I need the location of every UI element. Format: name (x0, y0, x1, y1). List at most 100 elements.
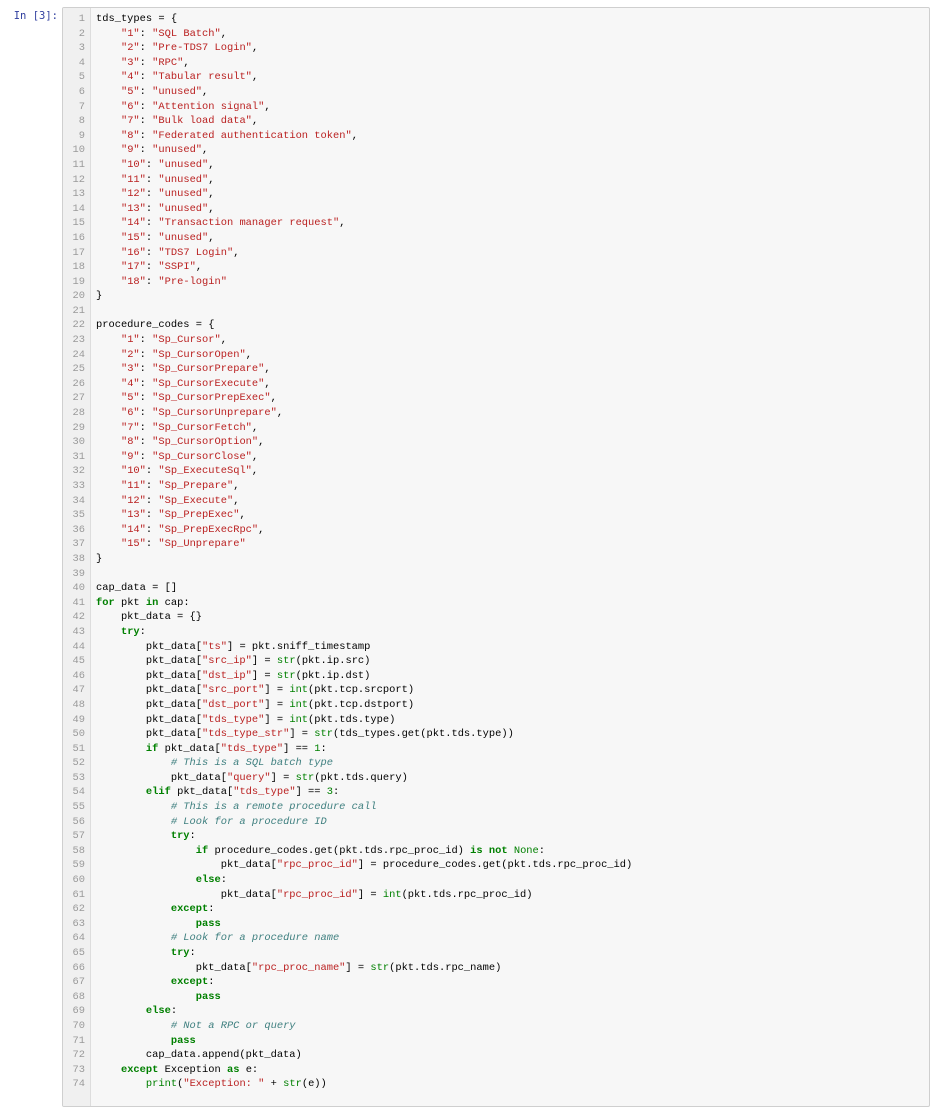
code-line: 37 "15": "Sp_Unprepare" (63, 537, 929, 552)
code-token: : (139, 421, 153, 434)
code-token: cap_data = [] (96, 582, 178, 595)
code-token: pass (170, 1034, 196, 1047)
code-line: 52 # This is a SQL batch type (63, 756, 929, 771)
code-line: 62 except: (63, 902, 929, 917)
code-line: 51 if pkt_data["tds_type"] == 1: (63, 742, 929, 757)
line-number: 21 (72, 304, 85, 317)
code-token: : (145, 158, 159, 171)
line-number: 8 (78, 115, 85, 128)
code-token: : (139, 392, 153, 405)
code-token: str (276, 669, 296, 682)
code-token: , (270, 392, 277, 405)
code-line: 13 "12": "unused", (63, 187, 929, 202)
code-token: : (139, 334, 153, 347)
code-token: : (139, 348, 153, 361)
line-number: 54 (72, 786, 85, 799)
code-token: else (195, 874, 221, 887)
code-token: "Pre-TDS7 Login" (152, 42, 252, 55)
code-token: , (351, 129, 358, 142)
code-token: ] = (264, 698, 290, 711)
line-number: 4 (78, 56, 85, 69)
code-token: try (170, 947, 190, 959)
code-cell-editor[interactable]: 1 tds_types = {2 "1": "SQL Batch", 3 "2": … (62, 7, 930, 1107)
code-token: "unused" (158, 231, 209, 244)
code-line: 20} (63, 289, 929, 304)
code-token: , (220, 27, 227, 40)
code-token: : (145, 494, 159, 507)
code-line: 72 cap_data.append(pkt_data) (63, 1048, 929, 1063)
code-token: , (220, 334, 227, 347)
code-token: : (145, 173, 159, 186)
code-token: , (251, 42, 259, 55)
code-token: except (120, 1063, 159, 1076)
code-line: 2 "1": "SQL Batch", (63, 27, 929, 42)
code-line: 67 except: (63, 975, 929, 990)
code-token: pkt_data[ (96, 684, 203, 697)
code-line: 64 # Look for a procedure name (63, 931, 929, 946)
code-token: "RPC" (152, 56, 184, 69)
code-token: pass (195, 990, 221, 1003)
code-token: cap: (158, 596, 190, 609)
code-line: 70 # Not a RPC or query (63, 1019, 929, 1034)
line-number: 29 (72, 421, 85, 434)
code-line: 17 "16": "TDS7 Login", (63, 246, 929, 261)
code-token: : (139, 85, 153, 98)
line-number: 35 (72, 509, 85, 522)
code-token: procedure_codes = { (96, 319, 215, 332)
code-line: 6 "5": "unused", (63, 85, 929, 100)
code-line: 7 "6": "Attention signal", (63, 100, 929, 115)
code-token: "Sp_ExecuteSql" (158, 465, 252, 478)
line-number: 1 (78, 13, 85, 25)
code-token: pkt_data[ (96, 859, 277, 872)
line-number: 3 (78, 42, 85, 55)
code-token: "8" (120, 129, 140, 142)
code-token: , (208, 188, 215, 201)
code-token: : (139, 363, 153, 376)
code-token: "Sp_CursorClose" (152, 450, 252, 463)
code-token: "15" (120, 538, 146, 551)
line-number: 50 (72, 728, 85, 741)
code-token: str (276, 655, 296, 668)
code-token: "4" (120, 71, 140, 84)
code-line: 49 pkt_data["tds_type"] = int(pkt.tds.ty… (63, 713, 929, 728)
code-token: "Pre-login" (158, 275, 227, 288)
line-number: 55 (72, 801, 85, 814)
code-token: "dst_port" (202, 698, 265, 711)
line-number: 53 (72, 771, 85, 784)
code-token: "8" (120, 436, 140, 449)
line-number: 10 (72, 144, 85, 157)
line-number: 16 (72, 231, 85, 244)
code-token: "14" (120, 523, 146, 536)
line-number: 44 (72, 640, 85, 653)
code-line: 30 "8": "Sp_CursorOption", (63, 435, 929, 450)
code-token: "13" (120, 202, 146, 215)
code-line: 21 (63, 304, 929, 319)
code-token: "17" (120, 261, 146, 274)
line-number: 27 (72, 392, 85, 405)
code-token: "Sp_Prepare" (158, 480, 234, 492)
code-token: : (139, 436, 153, 449)
code-token: "11" (120, 480, 146, 492)
code-line: 27 "5": "Sp_CursorPrepExec", (63, 391, 929, 406)
line-number: 13 (72, 188, 85, 201)
line-number: 43 (72, 625, 85, 638)
line-number: 20 (72, 290, 85, 303)
code-token: int (289, 713, 309, 726)
code-area[interactable]: 1 tds_types = {2 "1": "SQL Batch", 3 "2": … (63, 12, 929, 1092)
code-line: 40 cap_data = [] (63, 581, 929, 596)
code-line: 32 "10": "Sp_ExecuteSql", (63, 464, 929, 479)
code-token: "7" (120, 115, 140, 128)
